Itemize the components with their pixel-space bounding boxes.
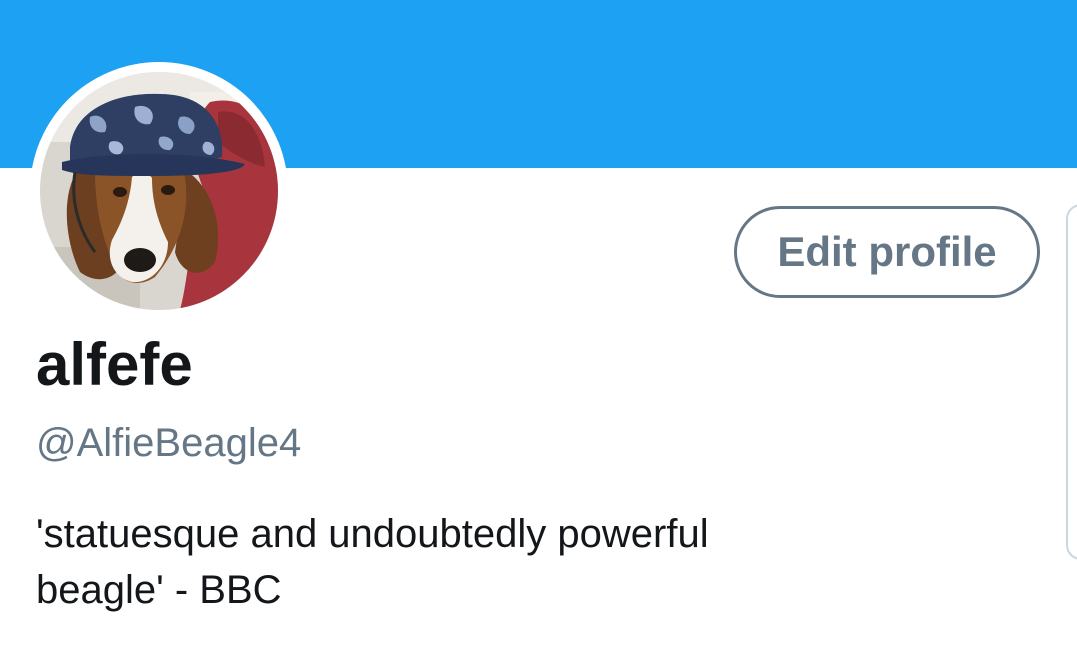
display-name: alfefe xyxy=(36,331,193,398)
side-panel-edge xyxy=(1066,204,1077,560)
avatar[interactable] xyxy=(40,72,278,310)
bio-line: 'statuesque and undoubtedly powerful xyxy=(36,512,709,556)
profile-header: Edit profile alfefe @AlfieBeagle4 'statu… xyxy=(0,0,1077,645)
profile-bio: 'statuesque and undoubtedly powerful bea… xyxy=(36,506,836,618)
avatar-frame[interactable] xyxy=(30,62,288,320)
user-handle: @AlfieBeagle4 xyxy=(36,421,302,465)
beagle-avatar-image xyxy=(40,72,278,310)
bio-line: beagle' - BBC xyxy=(36,568,282,612)
edit-profile-button[interactable]: Edit profile xyxy=(734,206,1040,298)
